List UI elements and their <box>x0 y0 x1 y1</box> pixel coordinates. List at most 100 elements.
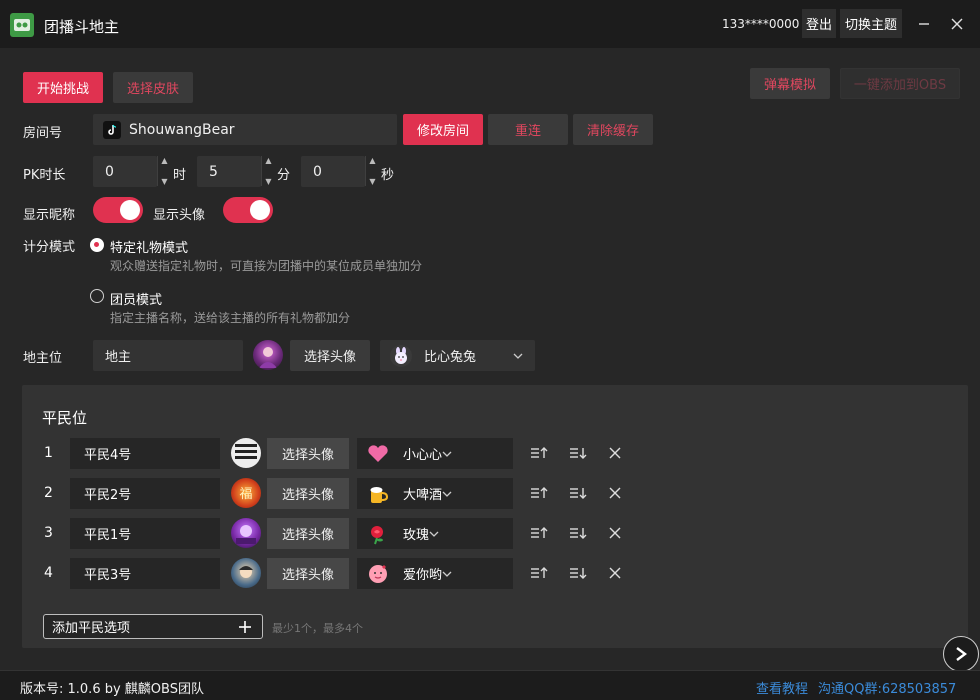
next-arrow-button[interactable] <box>943 636 979 672</box>
pk-minutes-input[interactable]: 5 <box>197 156 261 187</box>
move-up-icon[interactable] <box>528 522 550 544</box>
landlord-gift-value: 比心兔兔 <box>424 350 477 365</box>
landlord-label: 地主位 <box>23 351 63 366</box>
chevron-down-icon <box>442 566 452 581</box>
version-text: 版本号: 1.0.6 by 麒麟OBS团队 <box>20 682 204 697</box>
clear-cache-button[interactable]: 清除缓存 <box>573 114 653 145</box>
member-mode-desc: 指定主播名称，送给该主播的所有礼物都加分 <box>110 311 351 325</box>
remove-icon[interactable] <box>604 482 626 504</box>
civilian-gift-select[interactable]: 玫瑰 <box>357 518 513 549</box>
toggle-knob <box>120 200 140 220</box>
chevron-up-icon[interactable]: ▲ <box>369 156 375 165</box>
member-mode-title: 团员模式 <box>110 293 163 308</box>
plus-icon <box>238 616 252 639</box>
start-challenge-button[interactable]: 开始挑战 <box>23 72 103 103</box>
switch-theme-button[interactable]: 切换主题 <box>840 9 902 38</box>
radio-member-mode[interactable] <box>90 289 104 303</box>
move-down-icon[interactable] <box>567 482 589 504</box>
beer-gift-icon <box>367 483 389 505</box>
pk-hours-unit: 时 <box>173 168 187 183</box>
gift-mode-desc: 观众赠送指定礼物时，可直接为团播中的某位成员单独加分 <box>110 259 423 273</box>
footer: 版本号: 1.0.6 by 麒麟OBS团队 查看教程 沟通QQ群:6285038… <box>0 670 980 700</box>
civilian-gift-value: 大啤酒 <box>403 488 443 503</box>
remove-icon[interactable] <box>604 442 626 464</box>
show-avatar-toggle[interactable] <box>223 197 273 223</box>
move-down-icon[interactable] <box>567 562 589 584</box>
add-to-obs-button[interactable]: 一键添加到OBS <box>840 68 960 99</box>
chevron-up-icon[interactable]: ▲ <box>265 156 271 165</box>
row-index: 3 <box>44 525 53 541</box>
civilian-choose-avatar-button[interactable]: 选择头像 <box>267 518 349 549</box>
civilian-gift-value: 小心心 <box>403 448 443 463</box>
logout-button[interactable]: 登出 <box>802 9 836 38</box>
civilian-name-input[interactable]: 平民1号 <box>70 518 220 549</box>
row-index: 4 <box>44 565 53 581</box>
reconnect-button[interactable]: 重连 <box>488 114 568 145</box>
civilian-gift-value: 爱你哟 <box>403 568 443 583</box>
move-down-icon[interactable] <box>567 442 589 464</box>
toggle-knob <box>250 200 270 220</box>
civilian-gift-select[interactable]: 小心心 <box>357 438 513 469</box>
landlord-gift-select[interactable]: 比心兔兔 <box>380 340 535 371</box>
civilian-gift-value: 玫瑰 <box>403 528 430 543</box>
civilian-name-input[interactable]: 平民4号 <box>70 438 220 469</box>
landlord-avatar <box>253 340 283 370</box>
chevron-down-icon[interactable]: ▼ <box>161 177 167 186</box>
room-value: ShouwangBear <box>129 121 235 138</box>
civilians-panel: 平民位 1 平民4号 选择头像 小心心 2 平民2号 福 选择头像 大啤酒 3 … <box>22 385 968 648</box>
pk-hours-stepper[interactable]: ▲ ▼ <box>157 156 171 186</box>
pk-seconds-stepper[interactable]: ▲ ▼ <box>365 156 379 186</box>
add-civilian-button[interactable]: 添加平民选项 <box>43 614 263 639</box>
radio-gift-mode[interactable] <box>90 238 104 252</box>
move-down-icon[interactable] <box>567 522 589 544</box>
chevron-down-icon[interactable]: ▼ <box>369 177 375 186</box>
heart-gift-icon <box>367 443 389 465</box>
app-title: 团播斗地主 <box>44 18 120 36</box>
tutorial-link[interactable]: 查看教程 <box>756 678 808 697</box>
move-up-icon[interactable] <box>528 442 550 464</box>
app-logo-icon <box>10 13 34 37</box>
minimize-icon[interactable] <box>912 12 936 36</box>
civilian-choose-avatar-button[interactable]: 选择头像 <box>267 558 349 589</box>
pk-seconds-unit: 秒 <box>381 168 395 183</box>
chevron-down-icon[interactable]: ▼ <box>265 177 271 186</box>
row-index: 1 <box>44 445 53 461</box>
chevron-up-icon[interactable]: ▲ <box>161 156 167 165</box>
show-avatar-label: 显示头像 <box>153 208 206 223</box>
chevron-down-icon <box>511 349 525 363</box>
landlord-name-input[interactable]: 地主 <box>93 340 243 371</box>
civilian-gift-select[interactable]: 爱你哟 <box>357 558 513 589</box>
move-up-icon[interactable] <box>528 562 550 584</box>
civilian-avatar: 福 <box>231 478 261 508</box>
civilian-avatar <box>231 438 261 468</box>
remove-icon[interactable] <box>604 562 626 584</box>
civilian-choose-avatar-button[interactable]: 选择头像 <box>267 478 349 509</box>
pk-minutes-unit: 分 <box>277 168 291 183</box>
scoring-mode-label: 计分模式 <box>23 240 76 255</box>
qq-group-link[interactable]: 沟通QQ群:628503857 <box>818 678 956 697</box>
chevron-down-icon <box>442 486 452 501</box>
modify-room-button[interactable]: 修改房间 <box>403 114 483 145</box>
love-you-gift-icon <box>367 563 389 585</box>
civilian-name-input[interactable]: 平民3号 <box>70 558 220 589</box>
pk-minutes-stepper[interactable]: ▲ ▼ <box>261 156 275 186</box>
civilian-gift-select[interactable]: 大啤酒 <box>357 478 513 509</box>
civilian-choose-avatar-button[interactable]: 选择头像 <box>267 438 349 469</box>
civilian-name-input[interactable]: 平民2号 <box>70 478 220 509</box>
remove-icon[interactable] <box>604 522 626 544</box>
main-content: 开始挑战 选择皮肤 弹幕模拟 一键添加到OBS 房间号 ShouwangBear… <box>0 48 980 670</box>
danmaku-simulate-button[interactable]: 弹幕模拟 <box>750 68 830 99</box>
rose-gift-icon <box>367 523 389 545</box>
pk-hours-input[interactable]: 0 <box>93 156 157 187</box>
bunny-gift-icon <box>390 344 412 367</box>
pk-seconds-input[interactable]: 0 <box>301 156 365 187</box>
civilian-avatar <box>231 558 261 588</box>
choose-skin-button[interactable]: 选择皮肤 <box>113 72 193 103</box>
show-nickname-toggle[interactable] <box>93 197 143 223</box>
landlord-choose-avatar-button[interactable]: 选择头像 <box>290 340 370 371</box>
room-input[interactable]: ShouwangBear <box>93 114 397 145</box>
move-up-icon[interactable] <box>528 482 550 504</box>
gift-mode-title: 特定礼物模式 <box>110 241 189 256</box>
close-icon[interactable] <box>945 12 969 36</box>
title-bar: 团播斗地主 133****0000 登出 切换主题 <box>0 0 980 48</box>
